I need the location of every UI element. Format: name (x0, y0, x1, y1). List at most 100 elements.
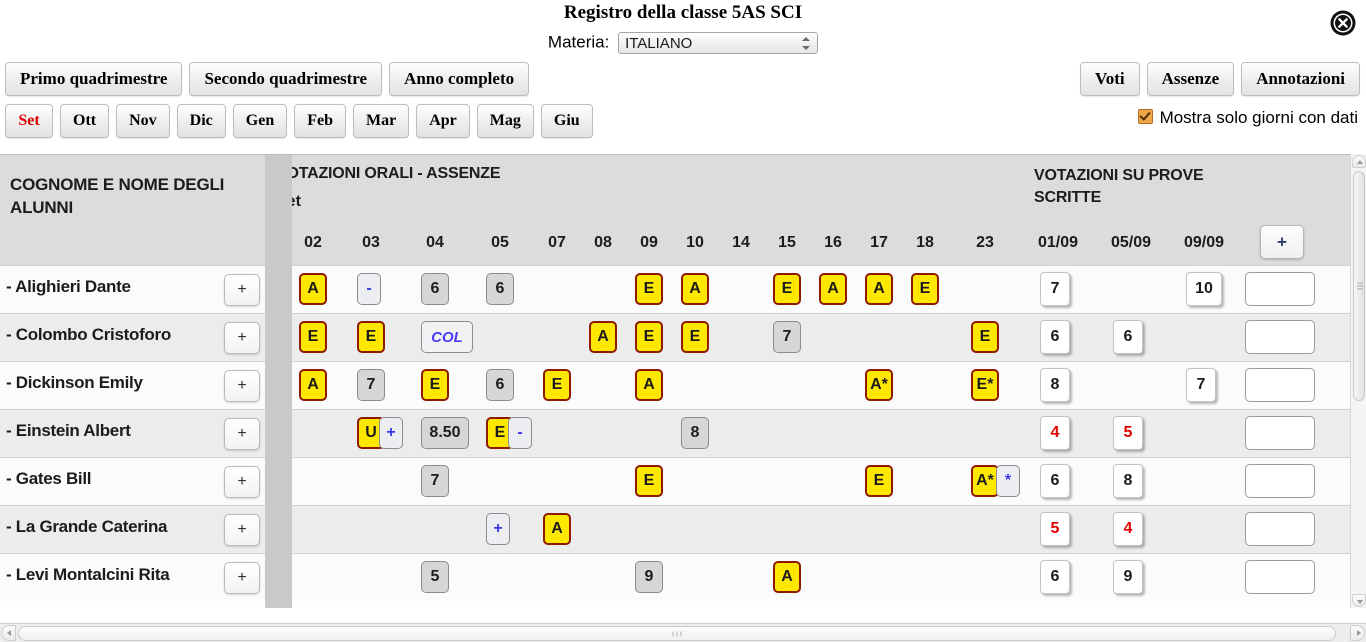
month-button-mar[interactable]: Mar (353, 104, 410, 138)
oral-grade-cell[interactable]: A (543, 513, 571, 545)
only-days-with-data-row[interactable]: Mostra solo giorni con dati (1137, 108, 1358, 128)
written-header-05-09[interactable]: 05/09 (1103, 234, 1159, 252)
written-grade-cell[interactable]: 5 (1040, 512, 1070, 546)
oral-grade-cell[interactable]: A (635, 369, 663, 401)
vertical-scroll-thumb[interactable] (1353, 171, 1365, 401)
month-button-feb[interactable]: Feb (294, 104, 347, 138)
vertical-scrollbar[interactable] (1350, 154, 1366, 608)
oral-grade-cell[interactable]: E (635, 465, 663, 497)
new-grade-input[interactable] (1245, 272, 1315, 306)
day-header-15[interactable]: 15 (771, 234, 803, 252)
scroll-left-icon[interactable] (1, 625, 16, 641)
month-button-ott[interactable]: Ott (60, 104, 110, 138)
add-grade-button[interactable]: + (224, 418, 260, 450)
oral-grade-cell[interactable]: COL (421, 321, 473, 353)
oral-grade-cell[interactable]: A* (971, 465, 999, 497)
written-grade-cell[interactable]: 5 (1113, 416, 1143, 450)
oral-grade-cell[interactable]: A (865, 273, 893, 305)
add-column-button[interactable]: + (1260, 225, 1304, 259)
written-header-01-09[interactable]: 01/09 (1030, 234, 1086, 252)
new-grade-input[interactable] (1245, 368, 1315, 402)
oral-grade-cell[interactable]: A (299, 369, 327, 401)
oral-grade-cell[interactable]: 7 (773, 321, 801, 353)
student-name[interactable]: - Gates Bill (6, 469, 216, 489)
day-header-16[interactable]: 16 (817, 234, 849, 252)
oral-grade-cell[interactable]: A (681, 273, 709, 305)
oral-grade-cell[interactable]: 8.50 (421, 417, 469, 449)
new-grade-input[interactable] (1245, 560, 1315, 594)
month-button-gen[interactable]: Gen (232, 104, 288, 138)
oral-grade-cell[interactable]: - (508, 417, 532, 449)
oral-grade-cell[interactable]: 8 (681, 417, 709, 449)
written-grade-cell[interactable]: 6 (1040, 464, 1070, 498)
add-grade-button[interactable]: + (224, 370, 260, 402)
oral-grade-cell[interactable]: - (357, 273, 381, 305)
scroll-down-icon[interactable] (1352, 594, 1366, 607)
student-name[interactable]: - Colombo Cristoforo (6, 325, 216, 345)
month-button-dic[interactable]: Dic (176, 104, 226, 138)
written-grade-cell[interactable]: 7 (1186, 368, 1216, 402)
oral-grade-cell[interactable]: A (589, 321, 617, 353)
written-grade-cell[interactable]: 8 (1113, 464, 1143, 498)
month-button-mag[interactable]: Mag (476, 104, 534, 138)
add-grade-button[interactable]: + (224, 466, 260, 498)
student-name[interactable]: - Alighieri Dante (6, 277, 216, 297)
oral-grade-cell[interactable]: E (299, 321, 327, 353)
scroll-up-icon[interactable] (1352, 155, 1366, 168)
scroll-right-icon[interactable] (1350, 625, 1365, 641)
oral-grade-cell[interactable]: + (486, 513, 510, 545)
oral-grade-cell[interactable]: E (681, 321, 709, 353)
oral-grade-cell[interactable]: E (865, 465, 893, 497)
oral-grade-cell[interactable]: E (773, 273, 801, 305)
month-button-set[interactable]: Set (5, 104, 53, 138)
horizontal-scrollbar[interactable] (0, 623, 1366, 642)
add-grade-button[interactable]: + (224, 274, 260, 306)
oral-grade-cell[interactable]: E* (971, 369, 999, 401)
oral-grade-cell[interactable]: 6 (486, 273, 514, 305)
oral-grade-cell[interactable]: E (421, 369, 449, 401)
day-header-07[interactable]: 07 (541, 234, 573, 252)
add-grade-button[interactable]: + (224, 322, 260, 354)
day-header-09[interactable]: 09 (633, 234, 665, 252)
oral-grade-cell[interactable]: E (543, 369, 571, 401)
oral-grade-cell[interactable]: E (635, 273, 663, 305)
day-header-10[interactable]: 10 (679, 234, 711, 252)
written-grade-cell[interactable]: 4 (1040, 416, 1070, 450)
period-button-0[interactable]: Primo quadrimestre (5, 62, 183, 96)
written-grade-cell[interactable]: 4 (1113, 512, 1143, 546)
add-grade-button[interactable]: + (224, 514, 260, 546)
oral-grade-cell[interactable]: A (819, 273, 847, 305)
day-header-03[interactable]: 03 (355, 234, 387, 252)
written-header-09-09[interactable]: 09/09 (1176, 234, 1232, 252)
day-header-14[interactable]: 14 (725, 234, 757, 252)
new-grade-input[interactable] (1245, 416, 1315, 450)
student-name[interactable]: - Einstein Albert (6, 421, 216, 441)
materia-select[interactable]: ITALIANO (618, 32, 819, 54)
written-grade-cell[interactable]: 6 (1040, 560, 1070, 594)
period-button-2[interactable]: Anno completo (389, 62, 530, 96)
written-grade-cell[interactable]: 6 (1113, 320, 1143, 354)
oral-grade-cell[interactable]: 6 (421, 273, 449, 305)
horizontal-scroll-thumb[interactable] (18, 626, 1336, 641)
day-header-04[interactable]: 04 (419, 234, 451, 252)
add-grade-button[interactable]: + (224, 562, 260, 594)
written-grade-cell[interactable]: 10 (1186, 272, 1222, 306)
month-button-nov[interactable]: Nov (116, 104, 170, 138)
student-name[interactable]: - Dickinson Emily (6, 373, 216, 393)
new-grade-input[interactable] (1245, 320, 1315, 354)
written-grade-cell[interactable]: 9 (1113, 560, 1143, 594)
new-grade-input[interactable] (1245, 464, 1315, 498)
month-button-giu[interactable]: Giu (540, 104, 593, 138)
oral-grade-cell[interactable]: A* (865, 369, 893, 401)
day-header-02[interactable]: 02 (297, 234, 329, 252)
oral-grade-cell[interactable]: E (911, 273, 939, 305)
day-header-08[interactable]: 08 (587, 234, 619, 252)
oral-grade-cell[interactable]: 5 (421, 561, 449, 593)
oral-grade-cell[interactable]: 7 (421, 465, 449, 497)
view-button-voti[interactable]: Voti (1079, 62, 1140, 96)
oral-grade-cell[interactable]: 7 (357, 369, 385, 401)
only-days-with-data-checkbox[interactable] (1137, 109, 1153, 124)
day-header-18[interactable]: 18 (909, 234, 941, 252)
oral-grade-cell[interactable]: A (773, 561, 801, 593)
day-header-23[interactable]: 23 (969, 234, 1001, 252)
